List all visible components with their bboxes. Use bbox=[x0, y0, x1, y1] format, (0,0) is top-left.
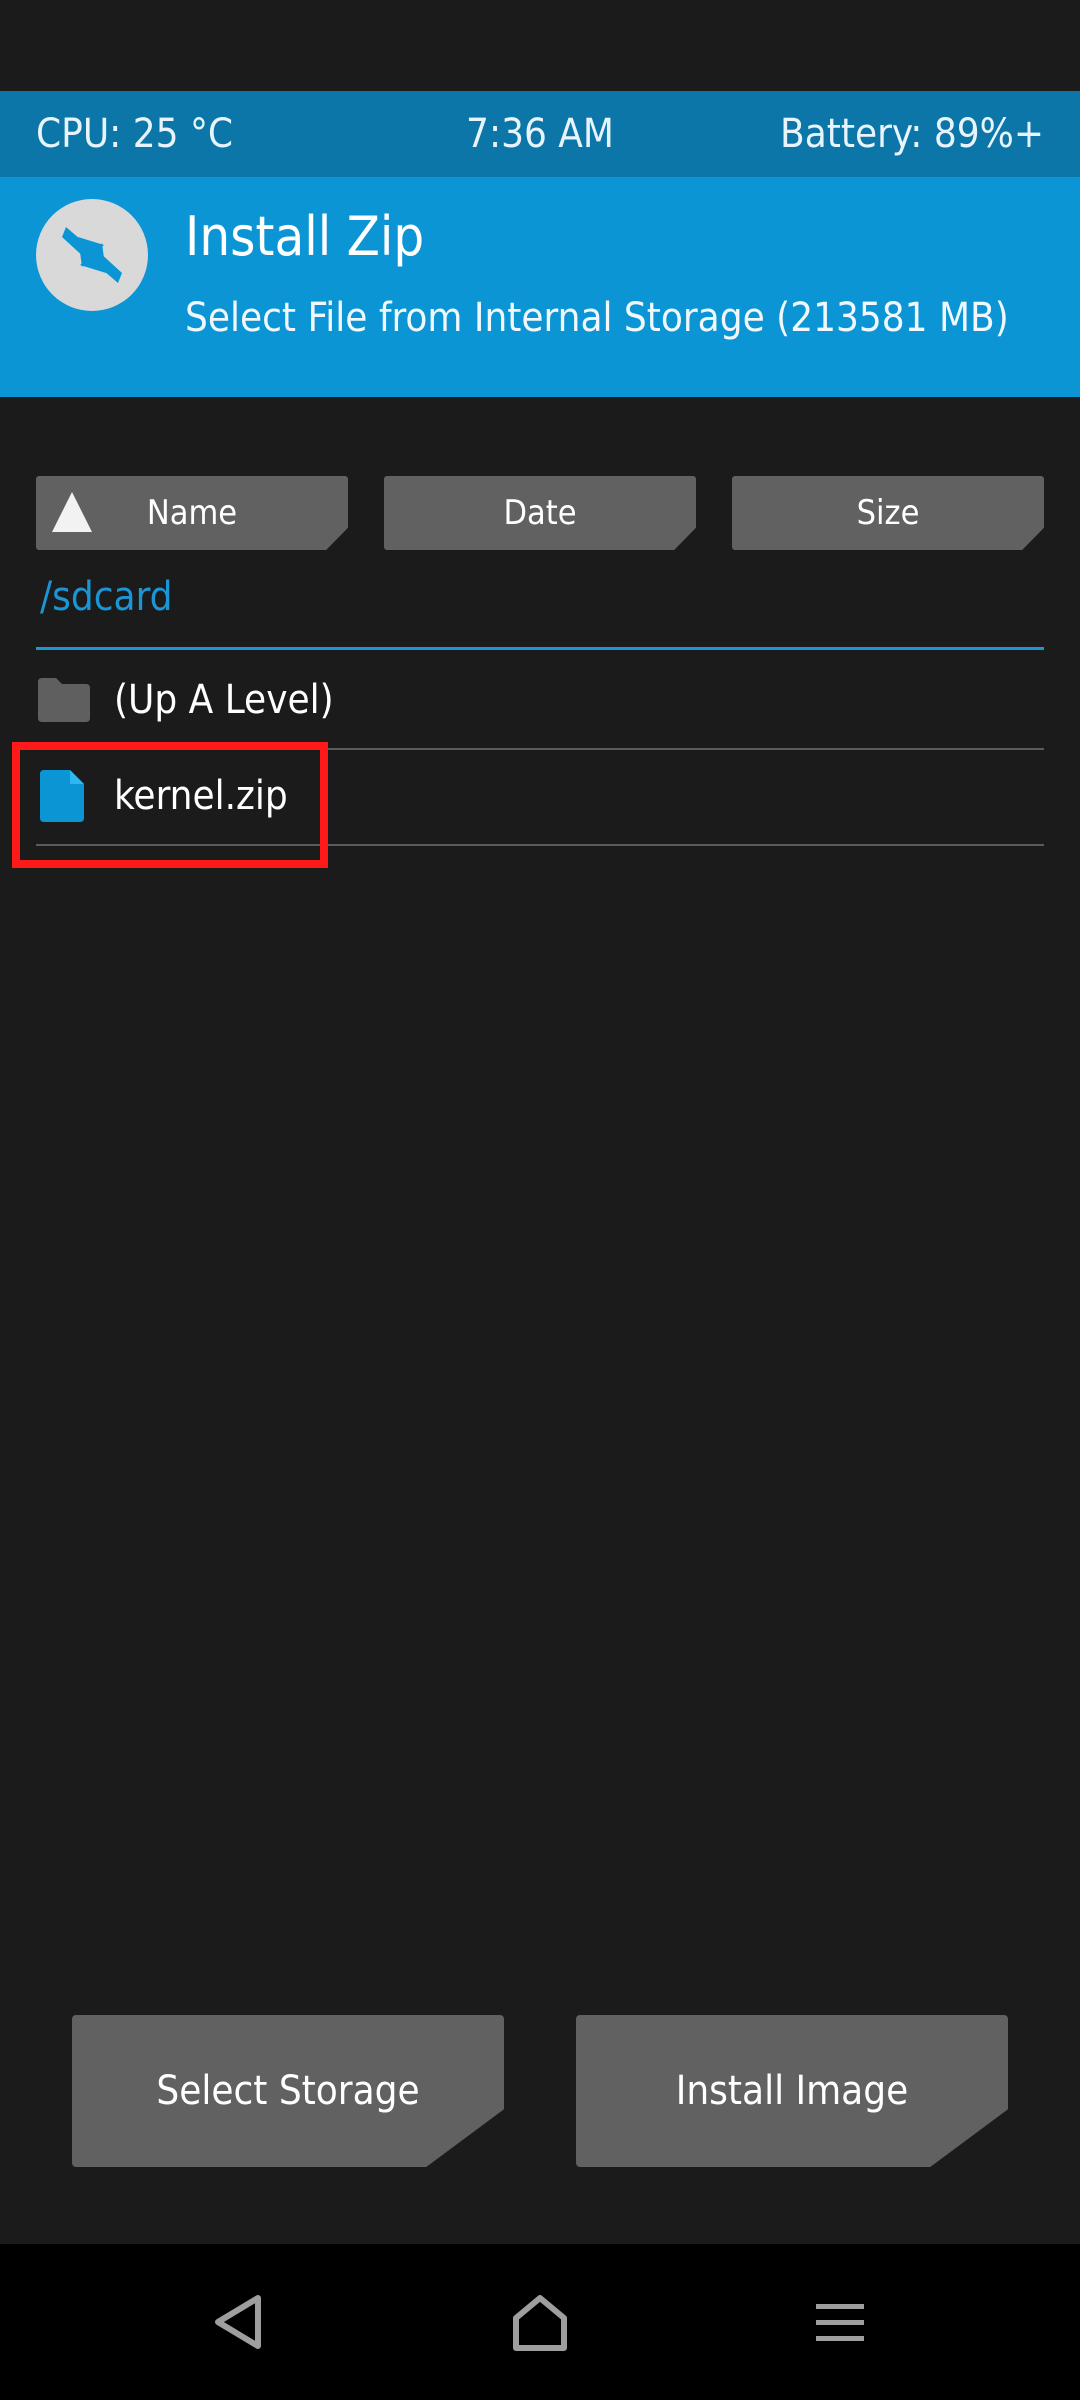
screen: CPU: 25 °C 7:36 AM Battery: 89%+ Install… bbox=[0, 0, 1080, 2400]
selection-highlight bbox=[12, 742, 328, 868]
list-item-up-level[interactable]: (Up A Level) bbox=[36, 652, 1044, 750]
sort-by-name-button[interactable]: Name bbox=[36, 476, 348, 550]
page-subtitle: Select File from Internal Storage (21358… bbox=[185, 295, 1009, 341]
status-bar: CPU: 25 °C 7:36 AM Battery: 89%+ bbox=[0, 91, 1080, 177]
sort-by-size-button[interactable]: Size bbox=[732, 476, 1044, 550]
sort-date-label: Date bbox=[503, 493, 577, 533]
sort-name-label: Name bbox=[146, 493, 238, 533]
twrp-logo-icon bbox=[36, 199, 148, 311]
back-icon[interactable] bbox=[208, 2290, 272, 2354]
install-image-button[interactable]: Install Image bbox=[576, 2015, 1008, 2167]
select-storage-button[interactable]: Select Storage bbox=[72, 2015, 504, 2167]
select-storage-label: Select Storage bbox=[156, 2068, 420, 2114]
current-path: /sdcard bbox=[40, 574, 173, 620]
path-divider bbox=[36, 647, 1044, 650]
install-image-label: Install Image bbox=[675, 2068, 909, 2114]
page-title: Install Zip bbox=[185, 205, 425, 268]
list-item-label: (Up A Level) bbox=[114, 677, 334, 723]
menu-icon[interactable] bbox=[808, 2290, 872, 2354]
sort-by-date-button[interactable]: Date bbox=[384, 476, 696, 550]
navigation-bar bbox=[0, 2244, 1080, 2400]
page-header: Install Zip Select File from Internal St… bbox=[0, 177, 1080, 397]
sort-size-label: Size bbox=[856, 493, 920, 533]
folder-icon bbox=[38, 678, 90, 722]
battery-status: Battery: 89%+ bbox=[780, 111, 1044, 157]
home-icon[interactable] bbox=[508, 2290, 572, 2354]
sort-ascending-icon bbox=[52, 492, 92, 532]
